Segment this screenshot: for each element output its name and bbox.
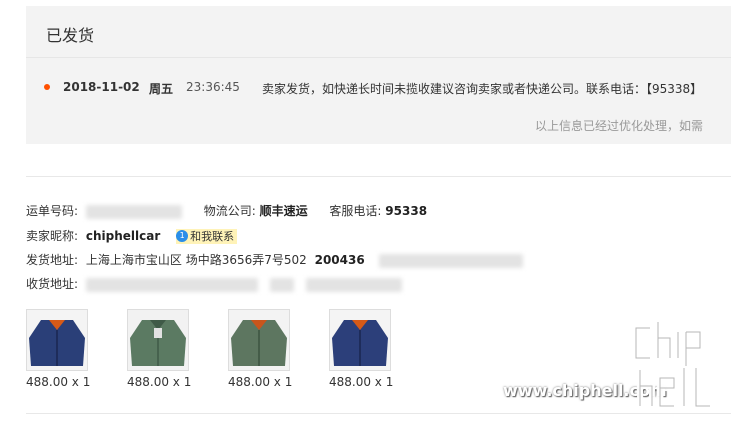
product-price: 488.00 x 1 [228, 375, 293, 389]
carrier-value: 顺丰速运 [259, 204, 308, 218]
ship-address-label: 发货地址: [26, 253, 79, 267]
product-price: 488.00 x 1 [26, 375, 91, 389]
service-phone-label: 客服电话: [329, 204, 382, 218]
status-title: 已发货 [46, 26, 95, 45]
product-item[interactable]: 488.00 x 1 [127, 309, 191, 389]
product-price: 488.00 x 1 [127, 375, 192, 389]
wangwang-icon: 1 [176, 230, 189, 242]
waybill-row: 运单号码: 物流公司: 顺丰速运 客服电话: 95338 [26, 202, 427, 219]
service-phone-value: 95338 [385, 204, 428, 218]
ship-address-value: 上海上海市宝山区 场中路3656弄7号502 [85, 253, 307, 267]
product-item[interactable]: 488.00 x 1 [26, 309, 90, 389]
contact-seller-button[interactable]: 1 和我联系 [176, 229, 238, 244]
product-thumbnail[interactable] [329, 309, 391, 371]
chiphell-logo-icon [633, 319, 713, 409]
tracking-weekday: 周五 [149, 82, 174, 96]
receive-address-redacted [305, 277, 402, 292]
product-price: 488.00 x 1 [329, 375, 394, 389]
ship-zip: 200436 [314, 253, 365, 267]
receive-address-label: 收货地址: [26, 277, 79, 291]
product-thumbnail[interactable] [228, 309, 290, 371]
contact-seller-label: 和我联系 [190, 230, 235, 243]
tracking-message: 卖家发货，如快递长时间未揽收建议咨询卖家或者快递公司。联系电话：【95338】 [262, 82, 703, 96]
receive-address-redacted [85, 277, 258, 292]
tracking-date: 2018-11-02 [63, 80, 140, 94]
divider [26, 57, 731, 58]
waybill-number-redacted [85, 204, 182, 219]
optimized-info-notice: 以上信息已经过优化处理，如需 [535, 119, 704, 133]
product-thumbnail[interactable] [127, 309, 189, 371]
timeline-dot-icon [44, 84, 50, 90]
seller-row: 卖家昵称: chiphellcar 1 和我联系 [26, 227, 238, 244]
receive-address-row: 收货地址: [26, 275, 402, 292]
seller-label: 卖家昵称: [26, 229, 79, 243]
product-item[interactable]: 488.00 x 1 [329, 309, 393, 389]
waybill-label: 运单号码: [26, 204, 79, 218]
jacket-image [128, 310, 188, 370]
product-thumbnail[interactable] [26, 309, 88, 371]
jacket-image [27, 310, 87, 370]
jacket-image [330, 310, 390, 370]
tracking-time: 23:36:45 [186, 80, 240, 94]
tracking-entry: 2018-11-02 周五 23:36:45 卖家发货，如快递长时间未揽收建议咨… [26, 78, 731, 96]
carrier-label: 物流公司: [203, 204, 256, 218]
divider [26, 413, 731, 414]
ship-address-row: 发货地址: 上海上海市宝山区 场中路3656弄7号502 200436 [26, 251, 523, 268]
seller-name: chiphellcar [85, 229, 161, 243]
jacket-image [229, 310, 289, 370]
divider [26, 176, 731, 177]
product-item[interactable]: 488.00 x 1 [228, 309, 292, 389]
ship-phone-redacted [378, 253, 523, 268]
receive-address-redacted [269, 277, 294, 292]
